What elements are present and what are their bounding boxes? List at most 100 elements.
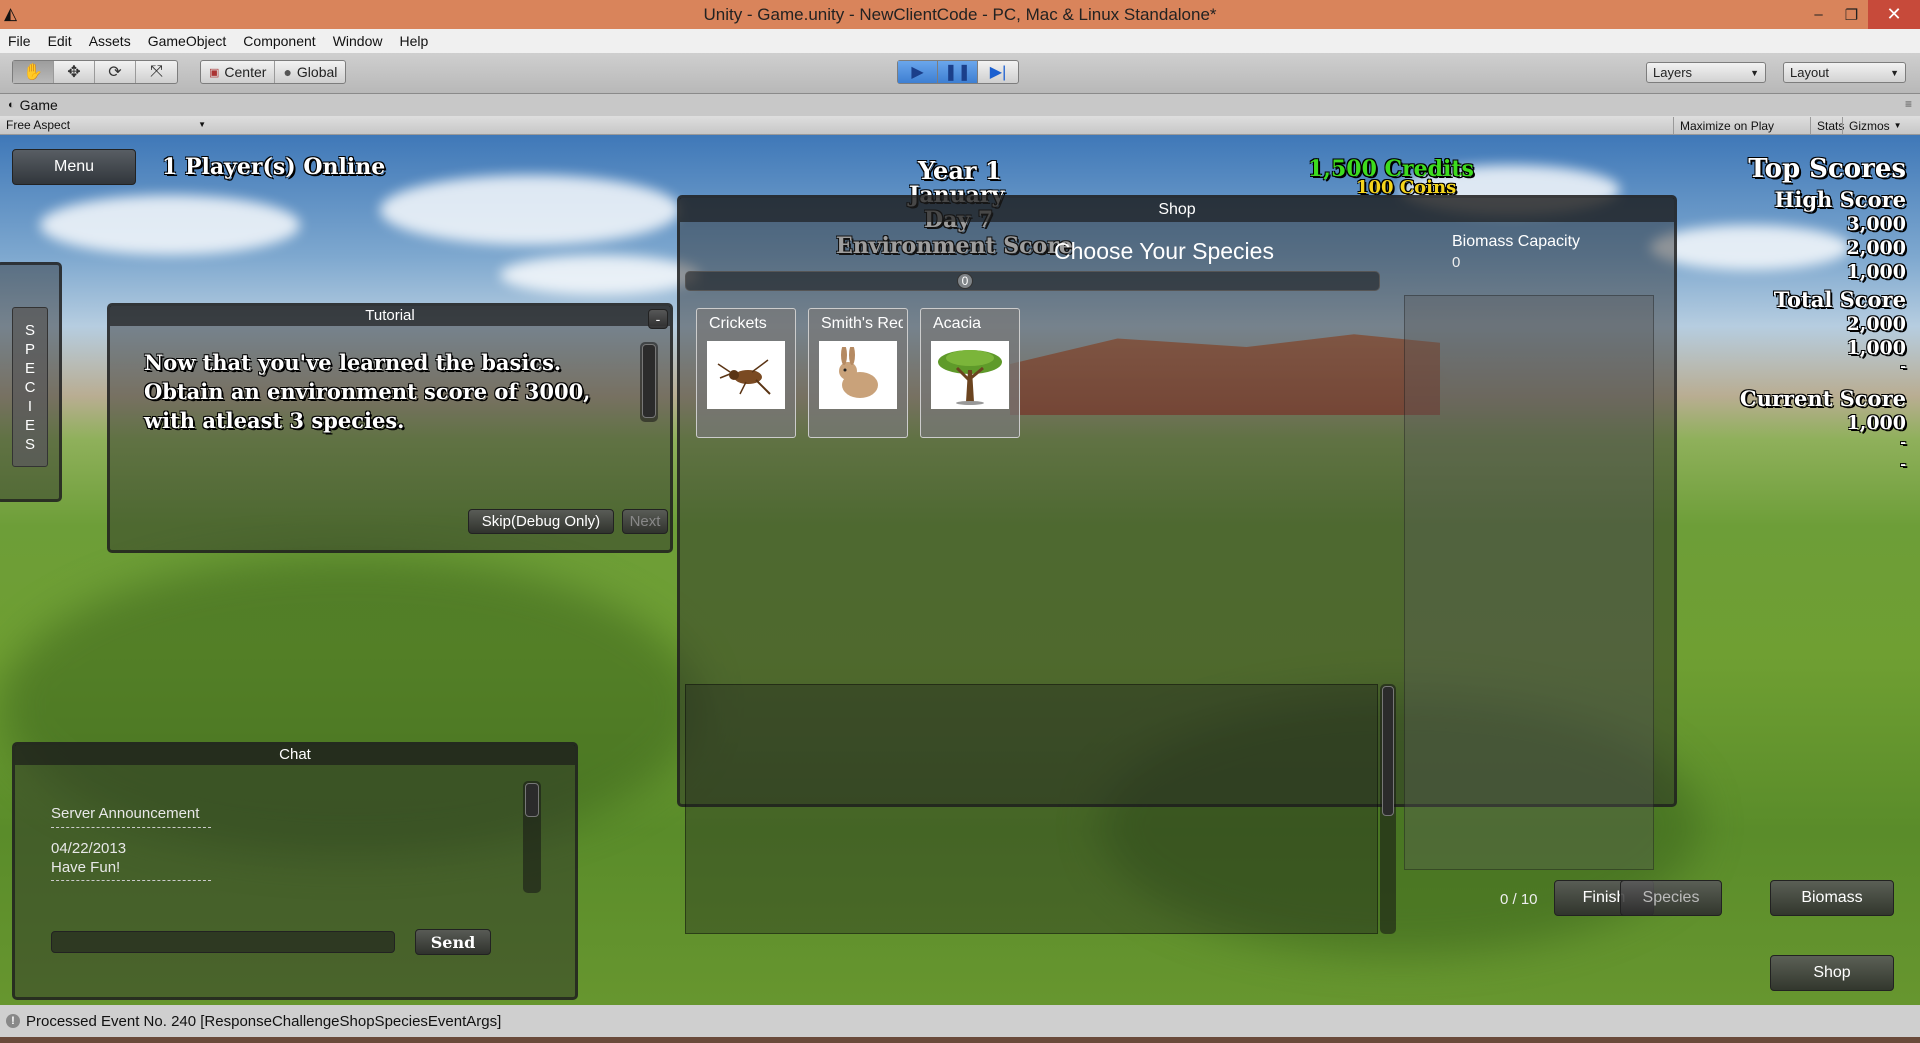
chevron-down-icon: ▼ [1750, 67, 1759, 78]
menu-assets[interactable]: Assets [89, 33, 131, 49]
chat-scrollbar[interactable] [523, 781, 541, 893]
chat-scroll-thumb[interactable] [525, 783, 539, 817]
step-icon[interactable]: ▶| [978, 61, 1018, 83]
biomass-list-area [1404, 295, 1654, 870]
window-title: Unity - Game.unity - NewClientCode - PC,… [703, 4, 1217, 24]
chat-message: Have Fun! [51, 859, 121, 876]
status-bar: ! Processed Event No. 240 [ResponseChall… [0, 1005, 1920, 1037]
aspect-dropdown[interactable]: Free Aspect ▼ [6, 118, 206, 132]
detail-scroll-thumb[interactable] [1382, 686, 1394, 816]
high-score-title: High Score [1774, 187, 1906, 212]
total-score-1: 2,000 [1846, 313, 1907, 335]
menu-button[interactable]: Menu [12, 149, 136, 185]
species-tab-button[interactable]: S P E C I E S [12, 307, 48, 467]
os-taskbar [0, 1037, 1920, 1043]
players-online: 1 Player(s) Online [162, 154, 386, 180]
info-icon: ! [6, 1014, 20, 1028]
pivot-toggles: ▣ Center ● Global [200, 60, 347, 84]
gizmos-button[interactable]: Gizmos ▼ [1842, 117, 1908, 134]
species-letter: I [27, 397, 33, 415]
current-score-title: Current Score [1739, 386, 1906, 411]
species-letter: E [24, 359, 35, 377]
next-button[interactable]: Next [622, 509, 668, 534]
current-score-3: - [1900, 457, 1906, 473]
hand-icon[interactable]: ✋ [13, 61, 54, 83]
menu-component[interactable]: Component [243, 33, 315, 49]
space-label: Global [296, 64, 338, 80]
species-card-rabbit[interactable]: Smith's Red Rock Rabbit [808, 308, 908, 438]
menu-edit[interactable]: Edit [48, 33, 72, 49]
cloud [500, 255, 700, 295]
chat-divider [51, 880, 211, 881]
send-button[interactable]: Send [415, 929, 491, 955]
tutorial-scrollbar[interactable] [640, 342, 658, 422]
menu-bar: File Edit Assets GameObject Component Wi… [0, 29, 1920, 53]
play-icon[interactable]: ▶ [898, 61, 938, 83]
total-score-title: Total Score [1773, 287, 1906, 312]
high-score-3: 1,000 [1846, 261, 1907, 283]
high-score-2: 2,000 [1846, 237, 1907, 259]
menu-help[interactable]: Help [399, 33, 428, 49]
shop-heading: Choose Your Species [1054, 238, 1274, 264]
menu-file[interactable]: File [8, 33, 31, 49]
biomass-button[interactable]: Biomass [1770, 880, 1894, 916]
tutorial-scroll-thumb[interactable] [642, 344, 656, 418]
layout-label: Layout [1790, 65, 1830, 80]
tab-game-label: Game [19, 97, 58, 113]
cloud [40, 195, 300, 255]
cloud [380, 175, 680, 245]
globe-icon: ● [283, 64, 292, 80]
move-icon[interactable]: ✥ [54, 61, 95, 83]
layers-dropdown[interactable]: Layers ▼ [1646, 62, 1766, 83]
maximize-on-play-button[interactable]: Maximize on Play [1673, 117, 1780, 134]
species-button[interactable]: Species [1620, 880, 1722, 916]
chevron-down-icon: ▼ [1890, 67, 1899, 78]
game-view: Menu 1 Player(s) Online Year 1 January D… [0, 135, 1920, 1005]
species-progress-bar: 0 [685, 271, 1380, 291]
tab-game[interactable]: ◐ Game [8, 97, 58, 113]
menu-window[interactable]: Window [333, 33, 383, 49]
rotate-icon[interactable]: ⟳ [95, 61, 136, 83]
skip-button[interactable]: Skip(Debug Only) [468, 509, 614, 534]
scale-icon[interactable]: ⤧ [136, 61, 177, 83]
unity-logo-icon: ◭ [4, 4, 18, 23]
cloud [1650, 225, 1850, 270]
total-score-3: - [1900, 359, 1906, 375]
window-controls: – ❐ ✕ [1802, 0, 1920, 29]
chat-divider [51, 827, 211, 828]
pivot-global-button[interactable]: ● Global [275, 61, 345, 83]
pause-icon[interactable]: ❚❚ [938, 61, 978, 83]
game-view-options: Free Aspect ▼ Maximize on Play Stats Gizm… [0, 116, 1920, 135]
cricket-icon [707, 341, 785, 409]
year-label: Year 1 [918, 156, 1002, 185]
pivot-label: Center [224, 64, 267, 80]
tutorial-title: Tutorial [110, 306, 670, 326]
pivot-center-button[interactable]: ▣ Center [201, 61, 276, 83]
chat-announcement: Server Announcement [51, 805, 200, 822]
detail-scrollbar[interactable] [1380, 684, 1396, 934]
maximize-button[interactable]: ❐ [1835, 0, 1868, 29]
pivot-icon: ▣ [209, 66, 220, 79]
menu-gameobject[interactable]: GameObject [148, 33, 227, 49]
panel-menu-icon[interactable]: ≡ [1905, 97, 1912, 111]
current-score-2: - [1900, 435, 1906, 451]
high-score-1: 3,000 [1846, 213, 1907, 235]
species-card-crickets[interactable]: Crickets [696, 308, 796, 438]
species-card-acacia[interactable]: Acacia [920, 308, 1020, 438]
species-detail-area [685, 684, 1378, 934]
tutorial-minimize-button[interactable]: - [648, 309, 668, 329]
shop-button[interactable]: Shop [1770, 955, 1894, 991]
chat-date: 04/22/2013 [51, 840, 127, 857]
close-button[interactable]: ✕ [1868, 0, 1920, 29]
biomass-capacity-label: Biomass Capacity [1452, 233, 1581, 250]
species-letter: S [24, 321, 35, 339]
tutorial-panel: Tutorial - Now that you've learned the b… [107, 303, 673, 553]
biomass-capacity-value: 0 [1452, 254, 1461, 271]
species-side-panel: S P E C I E S [0, 262, 62, 502]
game-tab-bar: ◐ Game ≡ [0, 94, 1920, 116]
card-name: Crickets [709, 315, 767, 332]
chat-input[interactable] [51, 931, 395, 953]
status-text: Processed Event No. 240 [ResponseChallen… [26, 1012, 502, 1030]
layout-dropdown[interactable]: Layout ▼ [1783, 62, 1906, 83]
minimize-button[interactable]: – [1802, 0, 1835, 29]
